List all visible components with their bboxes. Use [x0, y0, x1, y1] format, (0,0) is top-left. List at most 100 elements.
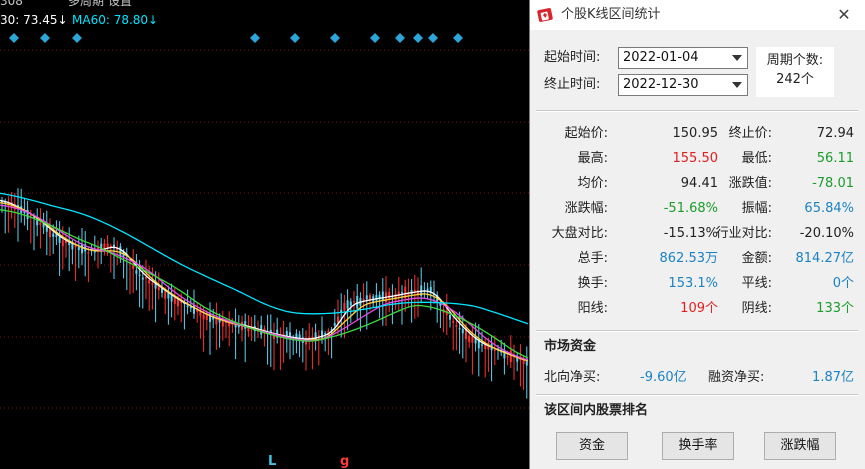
- signal-diamond-icon: [330, 33, 340, 43]
- end-time-label: 终止时间:: [544, 77, 601, 92]
- candle-body: [429, 286, 432, 292]
- candle-body: [148, 279, 151, 284]
- signal-diamond-icon: [413, 33, 423, 43]
- start-time-label: 起始时间:: [544, 50, 601, 65]
- turnover-rank-button[interactable]: 换手率: [662, 432, 734, 460]
- candle-body: [145, 277, 147, 279]
- candle-body: [39, 222, 42, 225]
- dialog-titlebar[interactable]: 个股K线区间统计 ✕: [530, 0, 865, 30]
- candle-body: [458, 328, 461, 330]
- divider: [536, 330, 858, 332]
- candle-body: [468, 335, 471, 343]
- signal-diamond-icon: [40, 33, 50, 43]
- stat-label: 阴线:: [741, 301, 772, 316]
- candle-body: [516, 357, 519, 362]
- candle-body: [481, 344, 483, 346]
- candle-body: [177, 299, 179, 307]
- kline-chart-area[interactable]: 308 多周期 设置 30: 73.45↓ MA60: 78.80↓ L g: [0, 0, 529, 469]
- app-logo-icon: [537, 8, 553, 22]
- north-net-buy-value: -9.60亿: [640, 370, 687, 385]
- candle-body: [356, 295, 359, 309]
- stat-value: -51.68%: [663, 201, 718, 216]
- candle-body: [346, 300, 349, 309]
- candle-body: [471, 336, 474, 343]
- start-date-select[interactable]: 2022-01-04: [618, 47, 748, 69]
- stat-value: -78.01: [812, 176, 854, 191]
- candle-body: [455, 324, 458, 327]
- candle-body: [461, 329, 464, 334]
- candle-body: [87, 252, 90, 254]
- stat-label: 最低:: [741, 151, 772, 166]
- stat-label: 总手:: [577, 251, 608, 266]
- candle-body: [151, 283, 154, 285]
- candle-body: [81, 244, 83, 254]
- start-date-value: 2022-01-04: [623, 50, 699, 65]
- candle-body: [426, 288, 429, 290]
- kline-chart[interactable]: [0, 0, 529, 469]
- north-net-buy-label: 北向净买:: [544, 370, 601, 385]
- end-date-select[interactable]: 2022-12-30: [618, 74, 748, 96]
- stat-value: 150.95: [672, 126, 719, 141]
- candle-body: [388, 291, 391, 299]
- signal-diamond-icon: [395, 33, 405, 43]
- candle-body: [452, 321, 455, 323]
- stat-value: 155.50: [672, 151, 719, 166]
- close-button[interactable]: ✕: [832, 4, 856, 26]
- margin-net-buy-value: 1.87亿: [812, 370, 854, 385]
- candle-body: [170, 295, 173, 302]
- stat-label: 涨跌值:: [728, 176, 772, 191]
- stat-label: 行业对比:: [715, 226, 772, 241]
- candle-body: [349, 301, 352, 306]
- signal-diamond-icon: [428, 33, 438, 43]
- marker-l: L: [268, 454, 277, 469]
- stat-label: 金额:: [741, 251, 772, 266]
- signal-diamond-icon: [9, 33, 19, 43]
- candle-body: [493, 349, 496, 351]
- signal-diamond-icon: [453, 33, 463, 43]
- signal-diamond-icon: [370, 33, 380, 43]
- stat-value: 0个: [832, 276, 854, 291]
- chevron-down-icon: [732, 55, 742, 61]
- candle-body: [375, 294, 378, 301]
- capital-rank-button[interactable]: 资金: [556, 432, 628, 460]
- stat-label: 终止价:: [728, 126, 772, 141]
- candle-body: [365, 295, 368, 300]
- kline-stats-dialog: 个股K线区间统计 ✕ 起始时间: 2022-01-04 终止时间: 2022-1…: [529, 0, 865, 469]
- stat-value: 862.53万: [659, 251, 719, 266]
- period-count-box: 周期个数: 242个: [756, 47, 834, 97]
- period-count-label: 周期个数:: [766, 53, 824, 68]
- stat-label: 均价:: [577, 176, 608, 191]
- candle-body: [333, 323, 336, 326]
- market-capital-title: 市场资金: [544, 339, 597, 354]
- signal-diamond-icon: [250, 33, 260, 43]
- candle-body: [61, 240, 64, 247]
- marker-g: g: [340, 454, 350, 469]
- candle-body: [506, 356, 509, 358]
- margin-net-buy-label: 融资净买:: [708, 370, 765, 385]
- stat-value: -15.13%: [663, 226, 718, 241]
- stat-label: 振幅:: [741, 201, 772, 216]
- candle-body: [186, 305, 189, 308]
- divider: [536, 110, 858, 112]
- candle-body: [141, 277, 144, 280]
- stat-label: 涨跌幅:: [564, 201, 608, 216]
- candle-body: [113, 244, 115, 248]
- candle-body: [353, 301, 355, 303]
- dialog-title: 个股K线区间统计: [561, 7, 661, 22]
- candle-body: [135, 270, 138, 274]
- candle-body: [449, 314, 451, 320]
- chevron-down-icon: [732, 82, 742, 88]
- candle-body: [381, 291, 384, 301]
- stat-value: 133个: [816, 301, 854, 316]
- candle-body: [52, 233, 55, 237]
- stat-value: 94.41: [680, 176, 718, 191]
- change-rank-button[interactable]: 涨跌幅: [764, 432, 836, 460]
- stat-value: 72.94: [816, 126, 854, 141]
- candle-body: [58, 236, 61, 243]
- end-date-value: 2022-12-30: [623, 77, 699, 92]
- stat-value: 65.84%: [804, 201, 854, 216]
- stat-label: 起始价:: [564, 126, 608, 141]
- stat-label: 阳线:: [577, 301, 608, 316]
- stat-value: 153.1%: [668, 276, 718, 291]
- stat-label: 换手:: [577, 276, 608, 291]
